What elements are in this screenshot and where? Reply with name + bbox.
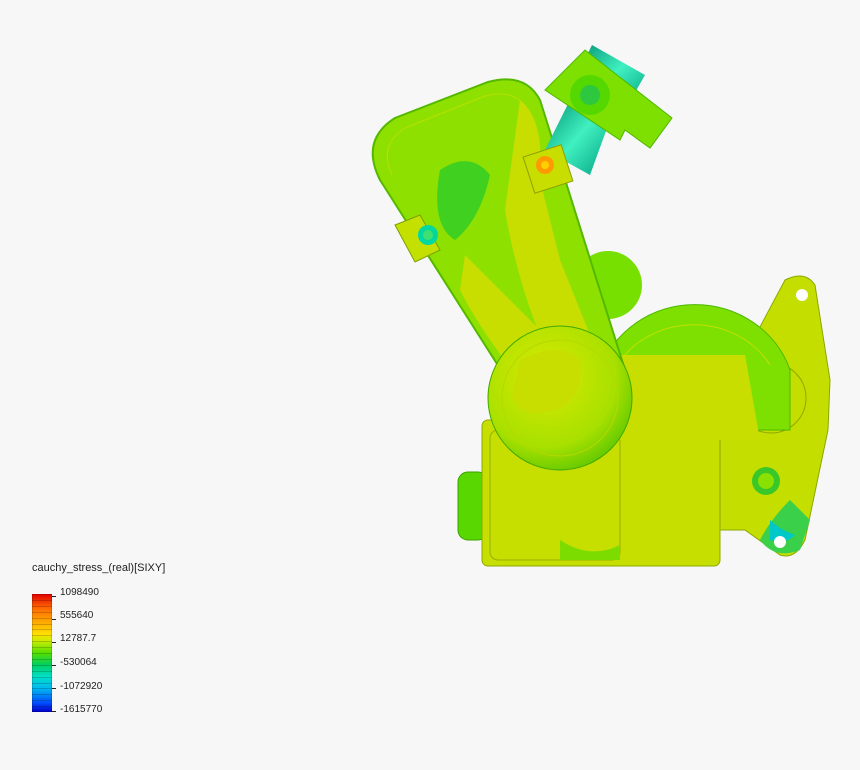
legend-tick xyxy=(52,596,56,597)
legend-color-bar xyxy=(32,594,52,712)
stress-model xyxy=(371,45,831,567)
legend-band-divider xyxy=(32,617,52,619)
3d-viewport[interactable]: cauchy_stress_(real)[SIXY] 1098490 55564… xyxy=(0,0,860,765)
legend-tick xyxy=(52,619,56,620)
legend-tick xyxy=(52,665,56,666)
mount-hole-top xyxy=(796,289,808,301)
legend-band-divider xyxy=(32,623,52,625)
legend-label-max: 1098490 xyxy=(60,587,99,598)
legend-band-divider xyxy=(32,611,52,613)
legend-band-divider xyxy=(32,694,52,696)
legend-band-divider xyxy=(32,647,52,649)
legend-tick xyxy=(52,711,56,712)
legend-band-divider xyxy=(32,664,52,666)
legend-label-4: -530064 xyxy=(60,657,97,668)
legend-label-5: -1072920 xyxy=(60,681,103,692)
legend-band-divider xyxy=(32,670,52,672)
joint-sphere xyxy=(487,325,633,471)
legend-label-3: 12787.7 xyxy=(60,633,97,644)
legend-label-2: 555640 xyxy=(60,610,94,621)
legend-label-min: -1615770 xyxy=(60,704,103,715)
legend-title: cauchy_stress_(real)[SIXY] xyxy=(32,562,166,574)
legend-band-divider xyxy=(32,706,52,708)
legend-band-divider xyxy=(32,682,52,684)
legend-band-divider xyxy=(32,658,52,660)
legend-band-divider xyxy=(32,700,52,702)
legend-tick xyxy=(52,642,56,643)
legend-band-divider xyxy=(32,605,52,607)
legend-band-divider xyxy=(32,599,52,601)
legend-band-divider xyxy=(32,653,52,654)
legend-band-divider xyxy=(32,676,52,678)
legend-band-divider xyxy=(32,635,52,637)
legend-tick xyxy=(52,688,56,689)
legend-band-divider xyxy=(32,688,52,690)
legend-band-divider xyxy=(32,641,52,643)
legend-band-divider xyxy=(32,629,52,631)
mount-hole-bottom xyxy=(774,536,786,548)
